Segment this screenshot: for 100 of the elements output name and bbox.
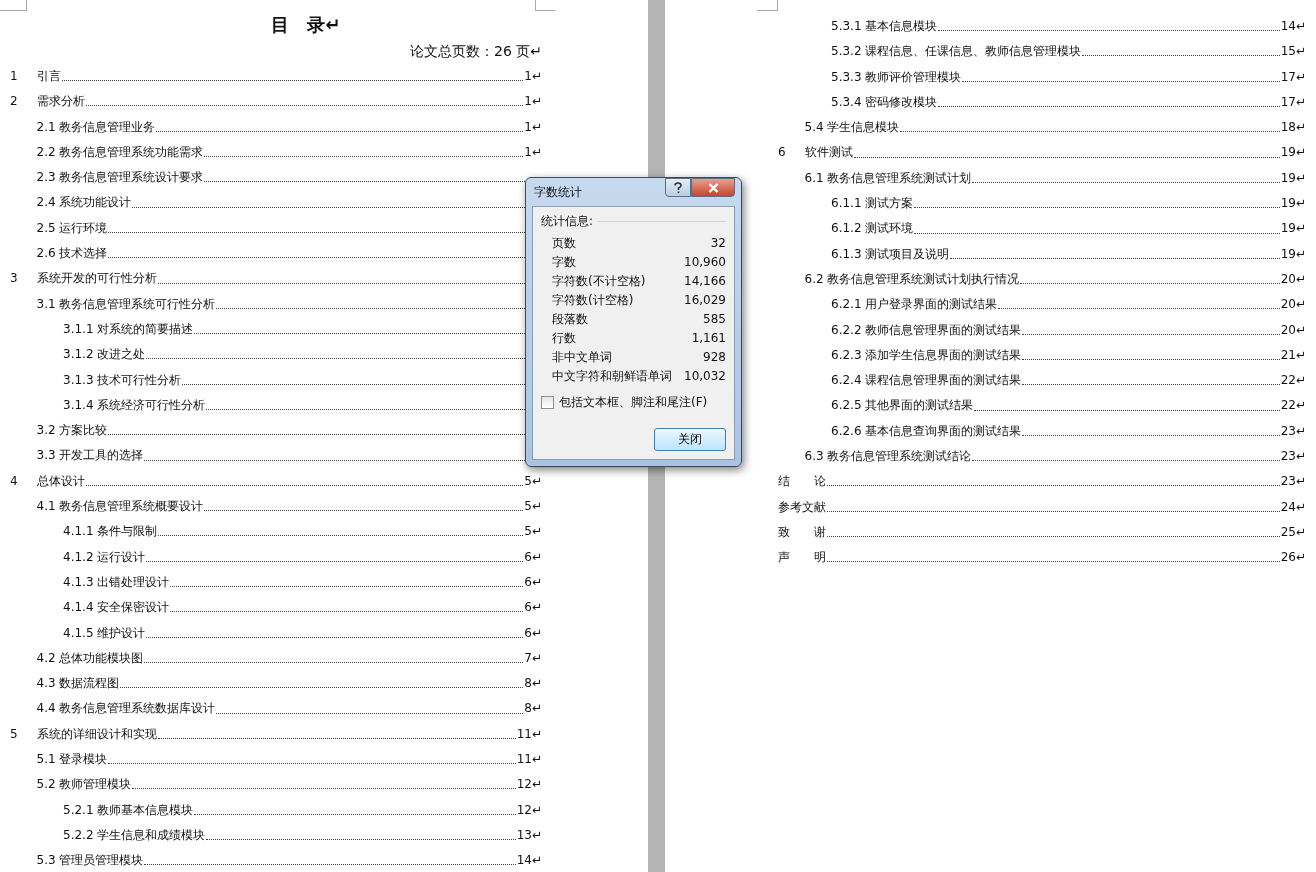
entry-title: 5.3.2 课程信息、任课信息、教师信息管理模块	[831, 43, 1082, 61]
entry-title: 6.1.3 测试项目及说明	[831, 245, 950, 263]
entry-title: 3.2 方案比较	[36, 422, 108, 440]
page-number: 7↵	[524, 649, 542, 667]
dialog-title: 字数统计	[533, 183, 582, 201]
page-number: 22↵	[1280, 372, 1306, 390]
entry-title: 6.1 教务信息管理系统测试计划	[804, 169, 972, 187]
page-number: 19↵	[1280, 169, 1306, 187]
entry-title: 6.2.3 添加学生信息界面的测试结果	[831, 346, 1022, 364]
entry-title: 6.2.6 基本信息查询界面的测试结果	[831, 422, 1022, 440]
entry-title: 4.1.2 运行设计	[63, 548, 146, 566]
chapter-number: 1	[10, 68, 19, 85]
page-number: 20↵	[1280, 270, 1306, 288]
page-number: 22↵	[1280, 397, 1306, 415]
entry-title: 需求分析	[37, 93, 85, 111]
entry-title: 6.2.1 用户登录界面的测试结果	[831, 296, 998, 314]
entry-title: 致 谢	[778, 523, 826, 541]
entry-title: 结 论	[778, 473, 826, 491]
page-number: 19↵	[1280, 220, 1306, 238]
chapter-number: 3	[10, 270, 19, 288]
page-number: 1↵	[524, 118, 542, 136]
entry-title: 软件测试	[805, 144, 853, 162]
close-button[interactable]	[691, 178, 735, 197]
question-mark-icon	[673, 181, 683, 194]
stat-label: 页数	[552, 235, 576, 252]
page-number: 26↵	[1280, 549, 1306, 567]
entry-title: 6.2.5 其他界面的测试结果	[831, 397, 974, 415]
entry-title: 2.6 技术选择	[36, 245, 108, 263]
page-number: 13↵	[516, 826, 542, 844]
page-number: 1↵	[524, 143, 542, 161]
page-number: 6↵	[524, 573, 542, 591]
stat-label: 非中文单词	[552, 349, 612, 366]
entry-title: 4.1.3 出错处理设计	[63, 573, 170, 591]
page-number: 20↵	[1280, 321, 1306, 339]
entry-title: 5.2.1 教师基本信息模块	[63, 801, 194, 819]
entry-title: 声 明	[778, 549, 826, 567]
entry-title: 3.1.3 技术可行性分析	[63, 371, 182, 389]
page-number: 8↵	[524, 675, 542, 693]
entry-title: 引言	[37, 68, 61, 85]
entry-title: 4.3 数据流程图	[36, 675, 120, 693]
entry-title: 3.1.1 对系统的简要描述	[63, 320, 194, 338]
page-number: 6↵	[524, 548, 542, 566]
page-number: 25↵	[1280, 523, 1306, 541]
page-number: 17↵	[1280, 68, 1306, 86]
stat-value: 928	[703, 349, 726, 366]
group-label: 统计信息:	[541, 213, 594, 230]
total-pages-text: 论文总页数：26 页↵	[409, 42, 542, 61]
stat-value: 1,161	[691, 330, 726, 347]
page-number: 18↵	[1280, 119, 1306, 137]
stat-value: 10,960	[684, 254, 726, 271]
entry-title: 6.1.2 测试环境	[831, 220, 914, 238]
page-number: 6↵	[524, 624, 542, 642]
stat-label: 字符数(不计空格)	[552, 273, 646, 290]
stat-label: 字符数(计空格)	[552, 292, 634, 309]
entry-title: 参考文献	[778, 498, 826, 516]
entry-title: 6.2.2 教师信息管理界面的测试结果	[831, 321, 1022, 339]
page-number: 6↵	[524, 599, 542, 617]
entry-title: 5.2.2 学生信息和成绩模块	[63, 826, 206, 844]
entry-title: 5.3.1 基本信息模块	[831, 18, 938, 35]
page-number: 23↵	[1280, 422, 1306, 440]
chapter-number: 2	[10, 93, 19, 111]
entry-title: 4.1 教务信息管理系统概要设计	[36, 498, 204, 516]
page-number: 5↵	[524, 498, 542, 516]
page-number: 14↵	[1280, 18, 1306, 35]
page-number: 17↵	[1280, 93, 1306, 111]
page-number: 11↵	[516, 751, 542, 768]
entry-title: 2.3 教务信息管理系统设计要求	[36, 169, 204, 187]
chapter-number: 4	[10, 472, 19, 490]
stat-label: 中文字符和朝鲜语单词	[552, 368, 672, 385]
help-button[interactable]	[665, 178, 691, 197]
entry-title: 6.2.4 课程信息管理界面的测试结果	[831, 372, 1022, 390]
page-number: 5↵	[524, 523, 542, 541]
page-number: 19↵	[1280, 144, 1306, 162]
entry-title: 3.3 开发工具的选择	[36, 447, 144, 465]
entry-title: 总体设计	[37, 472, 85, 490]
page-number: 1↵	[524, 93, 542, 111]
entry-title: 6.2 教务信息管理系统测试计划执行情况	[804, 270, 1020, 288]
corner-mark	[0, 0, 27, 11]
page-number: 19↵	[1280, 195, 1306, 213]
entry-title: 6.1.1 测试方案	[831, 195, 914, 213]
page-number: 5↵	[524, 472, 542, 490]
entry-title: 5.3 管理员管理模块	[36, 852, 144, 870]
page-number: 15↵	[1280, 43, 1306, 61]
stat-label: 行数	[552, 330, 576, 347]
page-number: 8↵	[524, 700, 542, 718]
entry-title: 2.2 教务信息管理系统功能需求	[36, 143, 204, 161]
stat-value: 32	[710, 235, 726, 252]
checkbox-label: 包括文本框、脚注和尾注(F)	[559, 394, 708, 411]
checkbox[interactable]	[541, 396, 554, 409]
stat-label: 段落数	[552, 311, 588, 328]
entry-title: 6.3 教务信息管理系统测试结论	[804, 448, 972, 466]
page-number: 14↵	[516, 852, 542, 870]
entry-title: 4.4 教务信息管理系统数据库设计	[36, 700, 216, 718]
entry-title: 5.1 登录模块	[36, 751, 108, 768]
entry-title: 2.5 运行环境	[36, 219, 108, 237]
stat-value: 16,029	[684, 292, 726, 309]
stat-label: 字数	[552, 254, 576, 271]
close-dialog-button[interactable]: 关闭	[654, 428, 726, 451]
chapter-number: 6	[778, 144, 787, 162]
entry-title: 4.1.5 维护设计	[63, 624, 146, 642]
